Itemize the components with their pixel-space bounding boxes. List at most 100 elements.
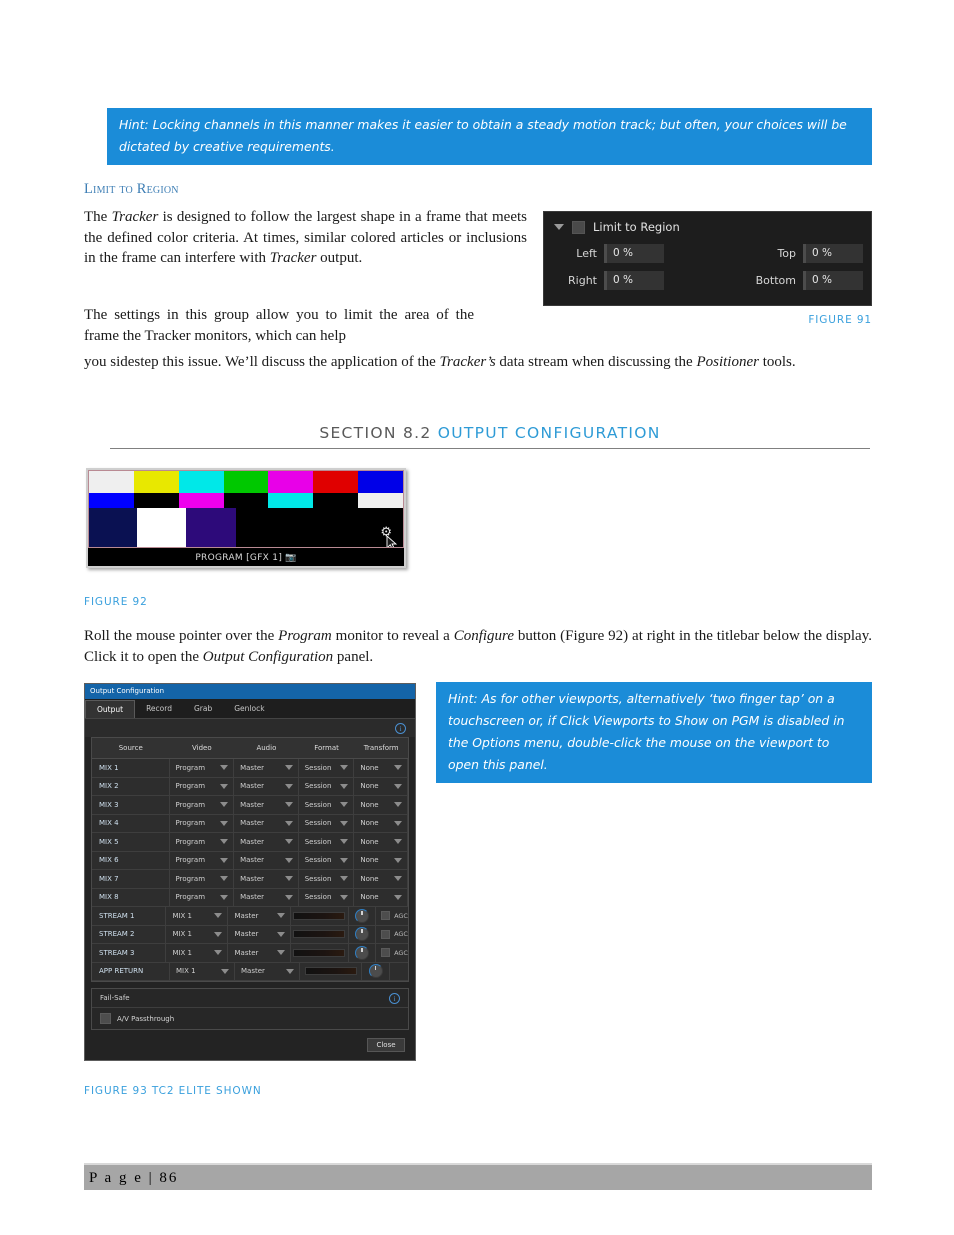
cell-format-select[interactable]: Session xyxy=(299,851,355,869)
chevron-down-icon[interactable] xyxy=(394,765,403,771)
chevron-down-icon[interactable] xyxy=(394,783,403,789)
cell-video-select[interactable]: Program xyxy=(170,796,235,814)
chevron-down-icon[interactable] xyxy=(340,802,349,808)
cell-transform-select[interactable]: None xyxy=(354,888,409,906)
cell-transform-select[interactable]: None xyxy=(354,796,409,814)
cell-audio-select[interactable]: Master xyxy=(234,870,299,888)
bottom-input[interactable]: 0 % xyxy=(803,271,863,290)
agc-control[interactable]: AGC xyxy=(376,944,408,962)
slider-track[interactable] xyxy=(293,948,346,957)
chevron-down-icon[interactable] xyxy=(340,876,349,882)
right-input[interactable]: 0 % xyxy=(604,271,664,290)
chevron-down-icon[interactable] xyxy=(220,765,229,771)
volume-slider[interactable] xyxy=(291,907,350,925)
cell-audio-select[interactable]: Master xyxy=(234,759,299,777)
chevron-down-icon[interactable] xyxy=(276,950,285,956)
cell-video-select[interactable]: MIX 1 xyxy=(166,925,229,943)
chevron-down-icon[interactable] xyxy=(220,894,229,900)
cell-format-select[interactable]: Session xyxy=(299,833,355,851)
chevron-down-icon[interactable] xyxy=(221,968,229,974)
chevron-down-icon[interactable] xyxy=(394,857,403,863)
chevron-down-icon[interactable] xyxy=(340,765,349,771)
chevron-down-icon[interactable] xyxy=(214,950,223,956)
cell-audio-select[interactable]: Master xyxy=(228,944,291,962)
slider-track[interactable] xyxy=(293,930,346,939)
cell-transform-select[interactable]: None xyxy=(354,851,409,869)
volume-slider[interactable] xyxy=(291,925,350,943)
av-passthrough-checkbox[interactable] xyxy=(100,1013,111,1024)
failsafe-body[interactable]: A/V Passthrough xyxy=(92,1008,408,1029)
chevron-down-icon[interactable] xyxy=(214,931,223,937)
tab-output[interactable]: Output xyxy=(85,700,136,718)
chevron-down-icon[interactable] xyxy=(220,857,229,863)
chevron-down-icon[interactable] xyxy=(284,802,293,808)
cell-audio-select[interactable]: Master xyxy=(228,925,291,943)
close-button[interactable]: Close xyxy=(367,1038,405,1052)
cell-audio-select[interactable]: Master xyxy=(234,851,299,869)
top-input[interactable]: 0 % xyxy=(803,244,863,263)
chevron-down-icon[interactable] xyxy=(394,820,403,826)
chevron-down-icon[interactable] xyxy=(286,968,294,974)
cell-audio-select[interactable]: Master xyxy=(235,962,300,980)
cell-transform-select[interactable]: None xyxy=(354,777,409,795)
knob-dial[interactable] xyxy=(355,908,370,923)
cell-audio-select[interactable]: Master xyxy=(234,777,299,795)
cell-transform-select[interactable]: None xyxy=(354,814,409,832)
knob-dial[interactable] xyxy=(355,945,370,960)
cell-video-select[interactable]: Program xyxy=(170,870,235,888)
info-icon-failsafe[interactable]: i xyxy=(389,992,400,1004)
chevron-down-icon[interactable] xyxy=(394,876,403,882)
cell-format-select[interactable]: Session xyxy=(299,870,355,888)
program-monitor-screen[interactable]: ⚙ xyxy=(88,470,404,548)
chevron-down-icon[interactable] xyxy=(394,894,403,900)
chevron-down-icon[interactable] xyxy=(340,857,349,863)
chevron-down-icon[interactable] xyxy=(284,894,293,900)
volume-slider[interactable] xyxy=(291,944,350,962)
chevron-down-icon[interactable] xyxy=(284,783,293,789)
cell-transform-select[interactable]: None xyxy=(354,870,409,888)
tab-record[interactable]: Record xyxy=(135,700,183,718)
cell-format-select[interactable]: Session xyxy=(299,759,355,777)
chevron-down-icon[interactable] xyxy=(220,783,229,789)
chevron-down-icon[interactable] xyxy=(276,931,285,937)
agc-control[interactable]: AGC xyxy=(376,907,408,925)
cell-video-select[interactable]: MIX 1 xyxy=(166,944,229,962)
cell-format-select[interactable]: Session xyxy=(299,777,355,795)
cell-audio-select[interactable]: Master xyxy=(234,796,299,814)
chevron-down-icon[interactable] xyxy=(340,783,349,789)
slider-track[interactable] xyxy=(304,967,357,976)
chevron-down-icon[interactable] xyxy=(340,894,349,900)
camera-icon[interactable]: 📷 xyxy=(285,553,297,563)
cell-audio-select[interactable]: Master xyxy=(234,888,299,906)
chevron-down-icon[interactable] xyxy=(220,802,229,808)
cell-video-select[interactable]: MIX 1 xyxy=(166,907,229,925)
chevron-down-icon[interactable] xyxy=(394,839,403,845)
agc-control[interactable]: AGC xyxy=(376,926,408,944)
cell-audio-select[interactable]: Master xyxy=(234,833,299,851)
gain-knob[interactable] xyxy=(349,907,377,925)
chevron-down-icon[interactable] xyxy=(284,876,293,882)
cell-video-select[interactable]: Program xyxy=(170,814,235,832)
chevron-down-icon[interactable] xyxy=(394,802,403,808)
chevron-down-icon[interactable] xyxy=(220,839,229,845)
limit-to-region-panel[interactable]: Limit to Region Left 0 % Top 0 % Right 0… xyxy=(543,211,872,306)
chevron-down-icon[interactable] xyxy=(214,913,223,919)
cell-video-select[interactable]: Program xyxy=(170,833,235,851)
cell-format-select[interactable]: Session xyxy=(299,814,355,832)
agc-checkbox[interactable] xyxy=(381,911,391,921)
chevron-down-icon[interactable] xyxy=(284,765,293,771)
cell-format-select[interactable]: Session xyxy=(299,796,355,814)
chevron-down-icon[interactable] xyxy=(284,820,293,826)
cell-video-select[interactable]: Program xyxy=(170,851,235,869)
agc-checkbox[interactable] xyxy=(381,948,391,958)
knob-dial[interactable] xyxy=(355,927,370,942)
cell-format-select[interactable]: Session xyxy=(299,888,355,906)
gain-knob[interactable] xyxy=(362,962,390,980)
cell-video-select[interactable]: Program xyxy=(170,888,235,906)
chevron-down-icon[interactable] xyxy=(284,839,293,845)
cell-video-select[interactable]: Program xyxy=(170,759,235,777)
info-icon[interactable]: i xyxy=(395,722,406,734)
gain-knob[interactable] xyxy=(349,944,377,962)
tab-grab[interactable]: Grab xyxy=(183,700,223,718)
limit-to-region-header[interactable]: Limit to Region xyxy=(544,212,871,242)
